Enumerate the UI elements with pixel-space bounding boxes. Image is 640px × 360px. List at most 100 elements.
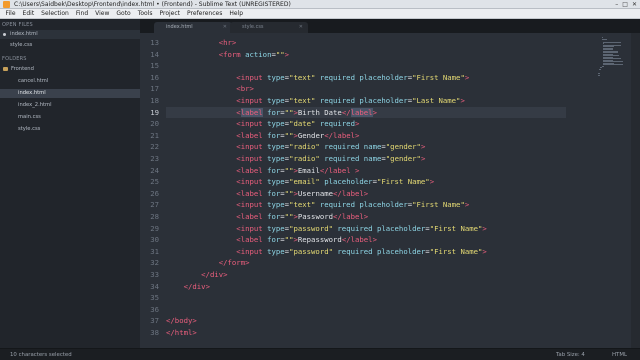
code-token: "First Name" — [376, 177, 430, 187]
menu-selection[interactable]: Selection — [38, 9, 73, 18]
code-line[interactable]: <input type="text" required placeholder=… — [166, 72, 469, 84]
code-line[interactable]: <label for="">Email</label > — [166, 165, 359, 177]
code-token: placeholder — [376, 223, 426, 233]
code-line[interactable]: <input type="email" placeholder="First N… — [166, 176, 434, 188]
maximize-icon[interactable]: □ — [622, 0, 628, 9]
menu-edit[interactable]: Edit — [19, 9, 38, 18]
menu-project[interactable]: Project — [156, 9, 184, 18]
code-line[interactable]: <label for="">Gender</label> — [166, 130, 359, 142]
file-label: style.css — [18, 126, 41, 132]
menu-view[interactable]: View — [92, 9, 113, 18]
code-line[interactable]: <hr> — [166, 37, 237, 49]
code-line[interactable]: <form action=""> — [166, 49, 289, 61]
code-token: "text" — [289, 72, 316, 82]
menu-goto[interactable]: Goto — [113, 9, 134, 18]
code-token: Email — [297, 165, 320, 175]
code-token: label — [350, 235, 373, 245]
code-area[interactable]: <hr> <form action=""> <input type="text"… — [166, 33, 621, 348]
menu-tools[interactable]: Tools — [134, 9, 156, 18]
code-line[interactable]: <label for="">Username</label> — [166, 188, 368, 200]
code-token: placeholder — [324, 177, 373, 187]
code-line[interactable]: <br> — [166, 83, 254, 95]
file-item[interactable]: cancel.html — [0, 77, 140, 86]
line-number: 29 — [150, 223, 159, 233]
code-line[interactable]: <label for="">Repassword</label> — [166, 234, 377, 246]
syntax-indicator[interactable]: HTML — [612, 349, 627, 360]
code-token: required — [319, 119, 355, 129]
code-token: placeholder — [359, 72, 408, 82]
open-file-index-html[interactable]: index.html — [0, 30, 140, 39]
line-number: 13 — [150, 38, 159, 47]
code-token: > — [482, 223, 487, 233]
tab-style-css[interactable]: style.css ✕ — [230, 22, 308, 33]
folder-frontend[interactable]: Frontend — [0, 65, 140, 74]
menu-file[interactable]: File — [2, 9, 19, 18]
menu-find[interactable]: Find — [72, 9, 91, 18]
tab-close-icon[interactable]: ✕ — [299, 22, 303, 33]
vertical-scrollbar[interactable] — [631, 33, 640, 348]
code-token: div — [209, 270, 224, 279]
close-icon[interactable]: ✕ — [632, 0, 637, 9]
tab-close-icon[interactable]: ✕ — [223, 22, 227, 33]
code-token: input — [240, 223, 263, 233]
code-line[interactable]: </div> — [166, 269, 227, 281]
line-number: 25 — [150, 177, 159, 187]
code-token: </ — [218, 258, 228, 268]
code-line[interactable]: <label for="">Birth Date</label> — [166, 106, 566, 119]
code-token: label — [240, 188, 263, 198]
menu-help[interactable]: Help — [226, 9, 247, 18]
file-item[interactable]: main.css — [0, 113, 140, 122]
tab-index-html[interactable]: index.html ✕ — [154, 22, 232, 33]
code-token: Username — [297, 188, 334, 198]
file-item-selected[interactable]: index.html — [0, 89, 140, 98]
code-line[interactable]: <input type="radio" required name="gende… — [166, 141, 425, 153]
line-number: 28 — [150, 212, 159, 221]
open-file-style-css[interactable]: style.css — [0, 41, 140, 50]
minimize-icon[interactable]: – — [615, 0, 618, 9]
code-token: > — [363, 212, 369, 221]
code-line[interactable]: <label for="">Password</label> — [166, 211, 368, 223]
code-token: "radio" — [289, 154, 320, 163]
file-item[interactable]: style.css — [0, 125, 140, 134]
code-token: form — [227, 258, 246, 268]
minimap-line — [601, 38, 608, 40]
tab-size-indicator[interactable]: Tab Size: 4 — [556, 349, 585, 360]
code-token: > — [355, 165, 360, 175]
line-number: 37 — [150, 316, 159, 326]
code-line[interactable]: <input type="radio" required name="gende… — [166, 153, 425, 165]
code-token: label — [240, 165, 263, 175]
code-token: </ — [319, 165, 329, 175]
code-line[interactable]: <input type="password" required placehol… — [166, 223, 487, 235]
code-token: input — [240, 246, 263, 256]
editor-pane[interactable]: 13 14 15 16 17 18 19 20 21 22 23 24 25 26 27 28 29 30 31 32… — [140, 33, 640, 348]
code-token: > — [205, 281, 210, 291]
code-line[interactable]: </body> — [166, 315, 197, 327]
file-item[interactable]: index_2.html — [0, 101, 140, 110]
code-line[interactable]: <input type="text" required placeholder=… — [166, 199, 469, 211]
open-file-label: index.html — [10, 31, 38, 37]
modified-dot-icon — [3, 33, 6, 36]
open-files-header: OPEN FILES — [2, 22, 33, 28]
line-number: 30 — [150, 235, 159, 245]
code-line[interactable]: </div> — [166, 281, 210, 293]
code-token: form — [223, 49, 241, 59]
code-token: > — [245, 258, 250, 268]
window-title: C:\Users\Saidbek\Desktop\Frontend\index.… — [14, 1, 291, 8]
menu-preferences[interactable]: Preferences — [184, 9, 226, 18]
minimap[interactable] — [598, 37, 624, 77]
code-line[interactable]: <input type="text" required placeholder=… — [166, 95, 465, 107]
code-token: </ — [166, 316, 175, 326]
line-number: 26 — [150, 188, 159, 198]
code-line[interactable]: <input type="password" required placehol… — [166, 246, 487, 258]
code-line[interactable]: </form> — [166, 257, 250, 269]
code-line[interactable]: </html> — [166, 327, 197, 339]
code-line[interactable]: <input type="date" required> — [166, 118, 359, 130]
code-token: input — [240, 72, 263, 82]
tab-label: style.css — [242, 24, 264, 30]
